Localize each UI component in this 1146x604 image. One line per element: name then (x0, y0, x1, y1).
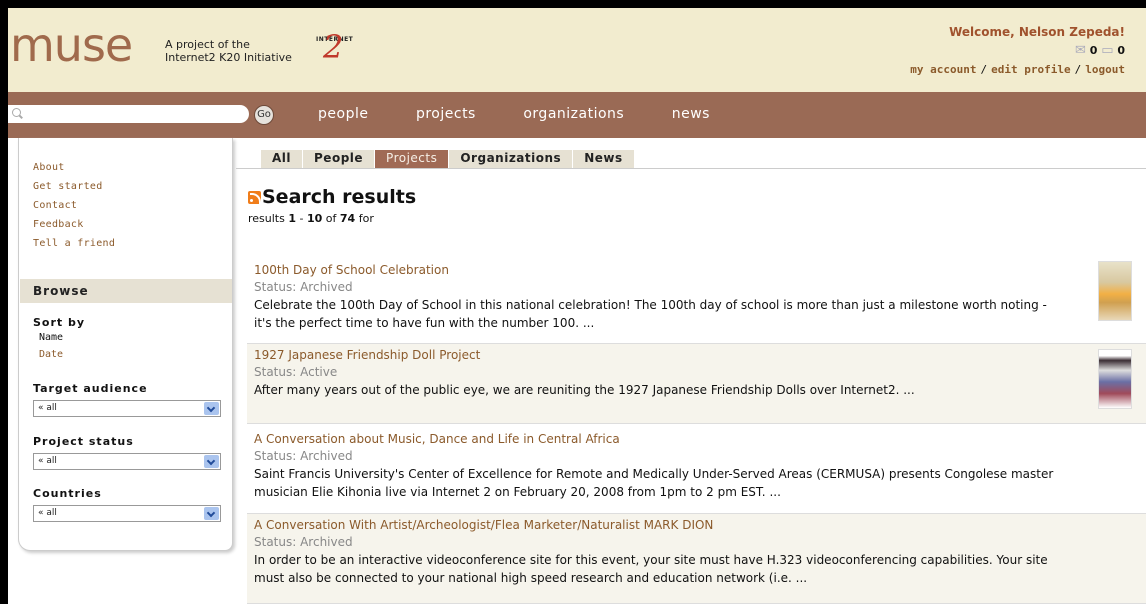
result-description: In order to be an interactive videoconfe… (254, 553, 1048, 585)
sort-by-title: Sort by (33, 316, 86, 329)
site-header: muse A project of the Internet2 K20 Init… (8, 8, 1146, 92)
account-links: my account / edit profile / logout (910, 63, 1125, 76)
internet2-logo-numeral: 2 (323, 28, 344, 66)
project-status-section: Project status « all (33, 435, 221, 470)
result-item: 1927 Japanese Friendship Doll Project St… (247, 343, 1146, 424)
tab-all[interactable]: All (261, 150, 303, 168)
user-box: Welcome, Nelson Zepeda! ✉ 0 ▭ 0 my accou… (910, 25, 1125, 76)
rss-icon[interactable] (248, 191, 261, 204)
tab-organizations[interactable]: Organizations (449, 150, 573, 168)
link-separator: / (980, 63, 988, 76)
result-description: After many years out of the public eye, … (254, 383, 915, 397)
sidebar-link-tell-a-friend[interactable]: Tell a friend (33, 234, 115, 253)
tagline-line2: Internet2 K20 Initiative (165, 51, 292, 64)
sidebar: About Get started Contact Feedback Tell … (18, 138, 233, 551)
result-title-link[interactable]: A Conversation about Music, Dance and Li… (254, 431, 1138, 447)
project-status-title: Project status (33, 435, 134, 448)
sidebar-link-get-started[interactable]: Get started (33, 177, 115, 196)
result-item: A Conversation about Music, Dance and Li… (247, 428, 1146, 510)
results-meta: results 1 - 10 of 74 for (248, 212, 416, 225)
results-of: of (322, 212, 340, 225)
tab-news[interactable]: News (573, 150, 634, 168)
result-status: Status: Archived (254, 280, 353, 294)
sidebar-link-contact[interactable]: Contact (33, 196, 115, 215)
window-frame-left (0, 0, 8, 604)
result-item: 100th Day of School Celebration Status: … (247, 259, 1146, 341)
mail-icon[interactable]: ✉ (1075, 43, 1086, 58)
target-audience-section: Target audience « all (33, 382, 221, 417)
notification-counts: ✉ 0 ▭ 0 (910, 43, 1125, 58)
project-status-value: « all (38, 456, 57, 466)
sort-by-date[interactable]: Date (33, 346, 85, 363)
search-icon (12, 108, 21, 117)
chevron-down-icon[interactable] (204, 507, 219, 520)
result-status: Status: Archived (254, 535, 353, 549)
internet2-logo[interactable]: INTERNET 2 (313, 28, 363, 66)
chat-count[interactable]: 0 (1117, 44, 1125, 57)
nav-people[interactable]: people (318, 106, 368, 122)
chevron-down-icon[interactable] (204, 455, 219, 468)
nav-news[interactable]: news (672, 106, 710, 122)
chevron-down-icon[interactable] (204, 402, 219, 415)
result-thumbnail[interactable] (1098, 261, 1132, 321)
countries-title: Countries (33, 487, 102, 500)
target-audience-value: « all (38, 403, 57, 413)
countries-value: « all (38, 508, 57, 518)
results-total: 74 (339, 212, 356, 225)
target-audience-title: Target audience (33, 382, 148, 395)
sort-by-name[interactable]: Name (33, 329, 85, 346)
logout-link[interactable]: logout (1085, 63, 1125, 76)
tagline-line1: A project of the (165, 38, 250, 51)
muse-logo[interactable]: muse (10, 22, 133, 68)
result-title-link[interactable]: 100th Day of School Celebration (254, 262, 1138, 278)
tagline: A project of the Internet2 K20 Initiativ… (165, 38, 292, 64)
result-title-link[interactable]: A Conversation With Artist/Archeologist/… (254, 517, 1138, 533)
tab-projects[interactable]: Projects (375, 150, 449, 168)
result-title-link[interactable]: 1927 Japanese Friendship Doll Project (254, 347, 1138, 363)
main-navbar: Go people projects organizations news (8, 92, 1146, 138)
result-status: Status: Archived (254, 449, 353, 463)
tab-people[interactable]: People (303, 150, 375, 168)
result-description: Saint Francis University's Center of Exc… (254, 467, 1054, 499)
results-range-end: 10 (306, 212, 323, 225)
nav-projects[interactable]: projects (416, 106, 476, 122)
nav-items: people projects organizations news (318, 106, 754, 122)
search-input[interactable] (8, 105, 249, 123)
welcome-message: Welcome, Nelson Zepeda! (949, 25, 1125, 39)
results-prefix: results (248, 212, 289, 225)
window-frame-top (0, 0, 1146, 8)
sidebar-links: About Get started Contact Feedback Tell … (33, 158, 115, 253)
edit-profile-link[interactable]: edit profile (991, 63, 1070, 76)
go-button[interactable]: Go (254, 105, 274, 125)
mail-count[interactable]: 0 (1090, 44, 1098, 57)
results-title: Search results (262, 186, 417, 208)
results-range-start: 1 (288, 212, 297, 225)
chat-icon[interactable]: ▭ (1101, 43, 1113, 58)
project-status-select[interactable]: « all (33, 453, 221, 470)
countries-section: Countries « all (33, 487, 221, 522)
browse-heading: Browse (20, 279, 232, 303)
result-status: Status: Active (254, 365, 338, 379)
sort-by-section: Sort by Name Date (33, 316, 85, 363)
result-item: A Conversation With Artist/Archeologist/… (247, 513, 1146, 604)
nav-organizations[interactable]: organizations (523, 106, 624, 122)
sidebar-link-about[interactable]: About (33, 158, 115, 177)
results-header: Search results results 1 - 10 of 74 for (248, 186, 416, 225)
target-audience-select[interactable]: « all (33, 400, 221, 417)
tab-divider (236, 168, 1146, 169)
link-separator: / (1074, 63, 1082, 76)
my-account-link[interactable]: my account (910, 63, 976, 76)
result-description: Celebrate the 100th Day of School in thi… (254, 298, 1047, 330)
result-tabs: All People Projects Organizations News (261, 150, 635, 168)
result-thumbnail[interactable] (1098, 349, 1132, 409)
countries-select[interactable]: « all (33, 505, 221, 522)
results-for: for (355, 212, 374, 225)
results-range-sep: - (296, 212, 307, 225)
sidebar-link-feedback[interactable]: Feedback (33, 215, 115, 234)
